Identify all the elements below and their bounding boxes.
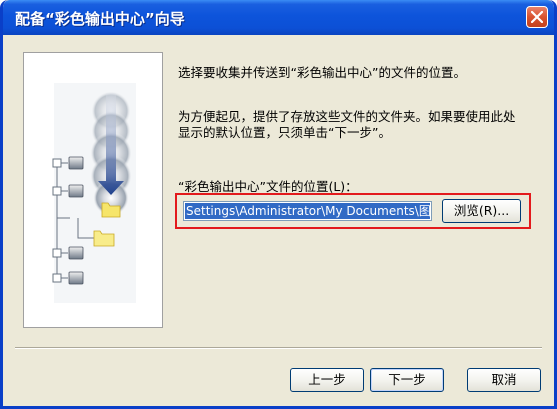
folder-tree-illustration xyxy=(52,83,136,303)
description-text: 为方便起见，提供了存放这些文件的文件夹。如果要使用此处显示的默认位置，只须单击“… xyxy=(178,109,516,140)
location-input[interactable]: Settings\Administrator\My Documents\图形1\ xyxy=(183,201,432,221)
wizard-window: 配备“彩色输出中心”向导 选择要收集并传送到“彩色输出中心”的文件的位置。 为方… xyxy=(0,0,557,409)
cancel-button[interactable]: 取消 xyxy=(467,368,541,392)
close-icon xyxy=(531,11,543,23)
instruction-text: 选择要收集并传送到“彩色输出中心”的文件的位置。 xyxy=(178,65,466,80)
next-button[interactable]: 下一步 xyxy=(370,368,444,392)
back-button[interactable]: 上一步 xyxy=(290,368,364,392)
button-separator xyxy=(15,347,542,349)
window-title: 配备“彩色输出中心”向导 xyxy=(15,10,185,28)
browse-button[interactable]: 浏览(R)... xyxy=(442,199,521,223)
close-button[interactable] xyxy=(526,6,548,28)
wizard-illustration-panel xyxy=(23,52,163,328)
location-input-value: Settings\Administrator\My Documents\图形1\ xyxy=(185,203,430,219)
title-bar[interactable]: 配备“彩色输出中心”向导 xyxy=(3,0,554,35)
